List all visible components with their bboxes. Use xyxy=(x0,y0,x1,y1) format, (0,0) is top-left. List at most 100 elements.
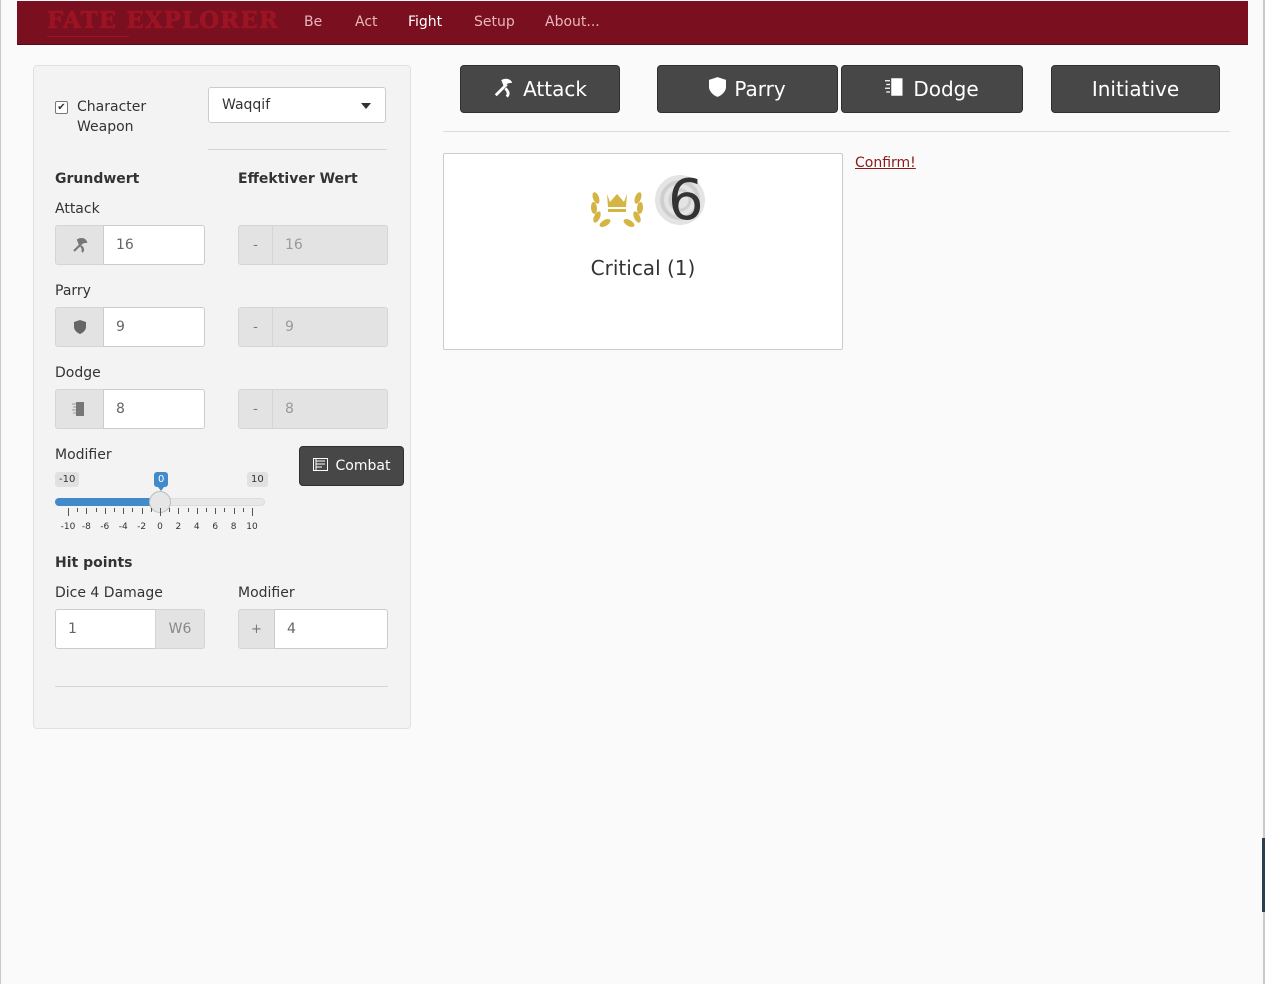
slider-tick xyxy=(123,508,125,514)
damage-modifier-label: Modifier xyxy=(238,585,295,601)
initiative-button[interactable]: Initiative xyxy=(1051,65,1220,113)
damage-modifier-group: + 4 xyxy=(238,609,388,649)
dodge-effective-sign: - xyxy=(238,389,273,429)
divider xyxy=(55,686,388,687)
damage-modifier-input[interactable]: 4 xyxy=(274,609,388,649)
roll-result-text: Critical (1) xyxy=(590,256,696,280)
dice-damage-group: 1 W6 xyxy=(55,609,205,649)
slider-min-label: -10 xyxy=(55,472,80,487)
dodge-effective-input: 8 xyxy=(272,389,388,429)
hit-points-title: Hit points xyxy=(55,555,133,571)
character-weapon-label-line1: Character xyxy=(77,99,147,115)
slider-tick-label: 4 xyxy=(193,522,200,532)
window-border-left xyxy=(0,0,1,984)
dodge-icon xyxy=(885,77,905,102)
dodge-icon xyxy=(55,389,104,429)
slider-current-label: 0 xyxy=(154,472,169,491)
column-header-base: Grundwert xyxy=(55,171,140,187)
slider-tick-label: -4 xyxy=(118,522,128,532)
dice-damage-input[interactable]: 1 xyxy=(55,609,156,649)
dodge-label: Dodge xyxy=(55,365,101,381)
modifier-label: Modifier xyxy=(55,447,112,463)
nav-item-fight[interactable]: Fight xyxy=(408,14,442,30)
nav-item-be[interactable]: Be xyxy=(304,14,322,30)
character-weapon-checkbox[interactable]: ✔ xyxy=(55,101,68,114)
slider-tick xyxy=(242,508,244,512)
attack-base-group: 16 xyxy=(55,225,205,265)
slider-tick-label: 2 xyxy=(175,522,182,532)
parry-effective-input: 9 xyxy=(272,307,388,347)
slider-max-label: 10 xyxy=(247,472,268,487)
weapon-select[interactable]: Waqqif xyxy=(208,87,386,123)
slider-tick-label: -2 xyxy=(137,522,147,532)
slider-tick xyxy=(150,508,152,512)
slider-tick xyxy=(104,508,106,514)
parry-button-label: Parry xyxy=(734,77,786,101)
slider-tick xyxy=(215,508,217,514)
brand-underline xyxy=(47,36,129,37)
slider-tick-label: -8 xyxy=(81,522,91,532)
brand-logo[interactable]: FATE EXPLORER xyxy=(47,7,279,34)
slider-tick xyxy=(233,508,235,514)
slider-tick xyxy=(132,508,134,512)
slider-tick xyxy=(224,508,226,512)
attack-effective-group: - 16 xyxy=(238,225,388,265)
modifier-slider-fill xyxy=(55,498,161,506)
combat-icon xyxy=(312,457,328,475)
nav-item-act[interactable]: Act xyxy=(355,14,378,30)
axe-icon xyxy=(493,76,515,103)
attack-button-label: Attack xyxy=(523,77,587,101)
parry-button[interactable]: Parry xyxy=(657,65,838,113)
die-result-value: 6 xyxy=(668,168,704,233)
dice-unit: W6 xyxy=(155,609,205,649)
divider xyxy=(208,149,387,150)
modifier-slider-ticks: -10 -8 -6 -4 -2 0 2 4 6 8 10 xyxy=(55,508,265,538)
laurel-crown-icon xyxy=(590,192,644,227)
nav-item-about[interactable]: About... xyxy=(545,14,600,30)
confirm-link[interactable]: Confirm! xyxy=(855,155,916,171)
combat-button[interactable]: Combat xyxy=(299,446,404,486)
parry-base-group: 9 xyxy=(55,307,205,347)
slider-tick xyxy=(169,508,171,512)
attack-base-input[interactable]: 16 xyxy=(103,225,205,265)
column-header-effective: Effektiver Wert xyxy=(238,171,358,187)
dodge-effective-group: - 8 xyxy=(238,389,388,429)
slider-tick xyxy=(77,508,79,512)
slider-tick-label: -6 xyxy=(100,522,110,532)
slider-tick xyxy=(206,508,207,512)
shield-icon xyxy=(709,76,727,102)
parry-effective-sign: - xyxy=(238,307,273,347)
axe-icon xyxy=(55,225,104,265)
navbar: FATE EXPLORER Be Act Fight Setup About..… xyxy=(17,1,1248,45)
shield-icon xyxy=(55,307,104,347)
slider-tick-label: 0 xyxy=(157,522,163,532)
nav-item-setup[interactable]: Setup xyxy=(474,14,515,30)
slider-tick xyxy=(141,508,143,514)
weapon-select-value: Waqqif xyxy=(222,97,271,113)
slider-tick xyxy=(86,508,88,514)
initiative-button-label: Initiative xyxy=(1091,77,1180,101)
dodge-button[interactable]: Dodge xyxy=(841,65,1023,113)
dice-damage-label: Dice 4 Damage xyxy=(55,585,163,601)
slider-tick xyxy=(160,508,161,516)
slider-tick xyxy=(114,508,115,512)
slider-tick-label: -10 xyxy=(60,522,76,532)
slider-tick xyxy=(178,508,180,514)
dodge-base-group: 8 xyxy=(55,389,205,429)
dodge-button-label: Dodge xyxy=(913,77,979,101)
slider-tick xyxy=(252,508,253,516)
attack-effective-input: 16 xyxy=(272,225,388,265)
slider-tick-label: 10 xyxy=(246,522,258,532)
dodge-base-input[interactable]: 8 xyxy=(103,389,205,429)
parry-label: Parry xyxy=(55,283,91,299)
slider-tick xyxy=(95,508,97,512)
slider-tick-label: 8 xyxy=(230,522,237,532)
combat-button-label: Combat xyxy=(335,458,391,474)
attack-label: Attack xyxy=(55,201,100,217)
parry-base-input[interactable]: 9 xyxy=(103,307,205,347)
parry-effective-group: - 9 xyxy=(238,307,388,347)
character-weapon-label-line2: Weapon xyxy=(77,119,134,135)
attack-button[interactable]: Attack xyxy=(460,65,620,113)
divider xyxy=(443,131,1230,132)
slider-tick xyxy=(187,508,189,512)
